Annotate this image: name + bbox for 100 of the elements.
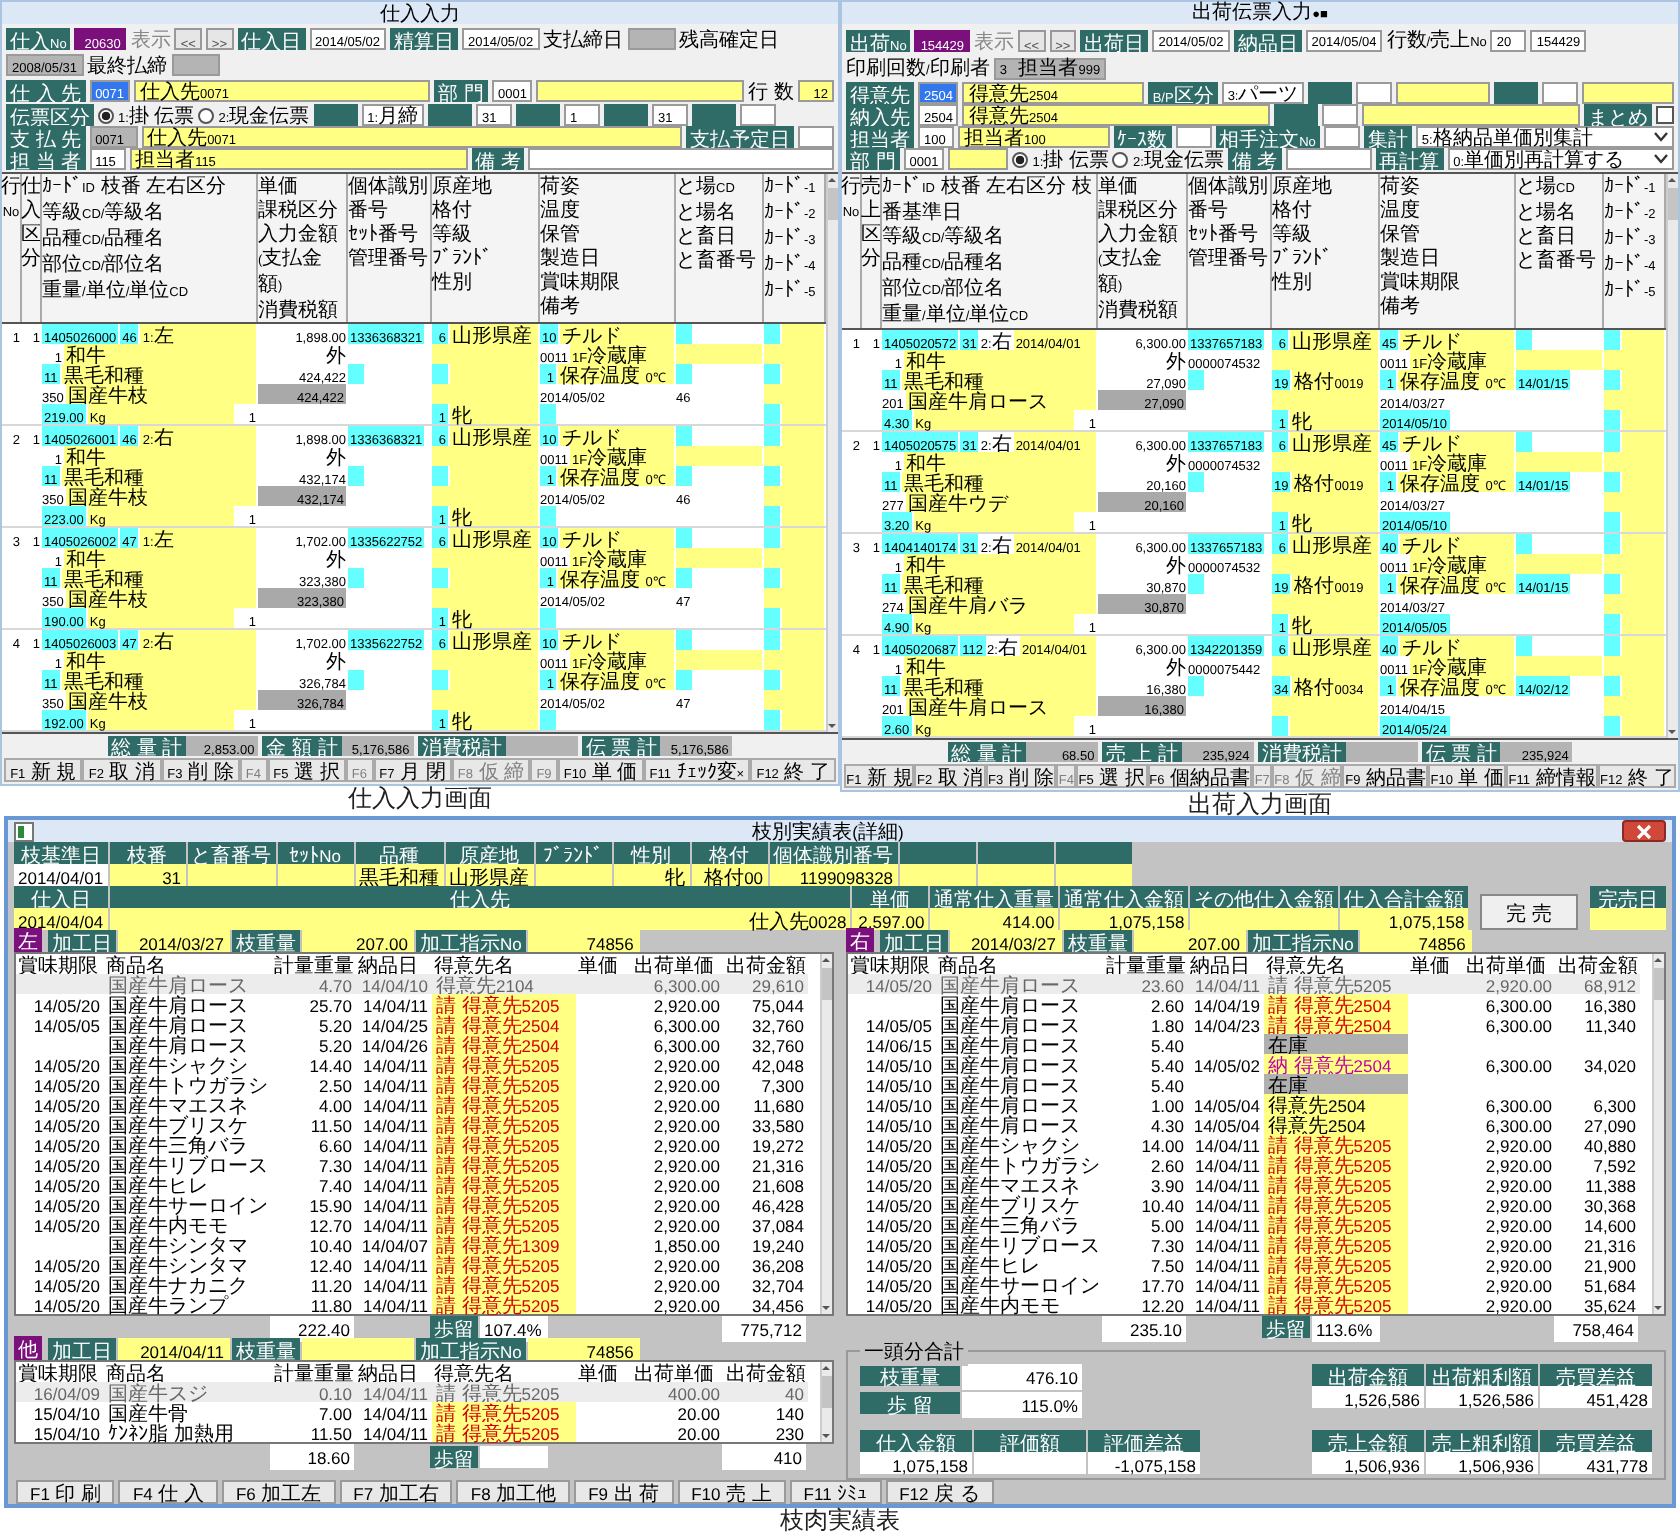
input-field[interactable]	[1516, 452, 1602, 472]
input-field[interactable]	[1516, 432, 1532, 452]
name-field[interactable]: 国産牛枝	[65, 384, 256, 404]
input-field[interactable]	[1188, 472, 1204, 492]
input-field[interactable]	[1516, 636, 1532, 656]
input-field[interactable]	[782, 710, 824, 730]
input-field[interactable]	[782, 324, 824, 344]
checkbox[interactable]	[1656, 106, 1674, 124]
name-field[interactable]: 山形県産	[450, 426, 538, 446]
name-field[interactable]: チルド	[560, 324, 674, 344]
input-field[interactable]	[1516, 330, 1532, 350]
name-field[interactable]: 黒毛和種	[61, 568, 256, 588]
input-field[interactable]	[1622, 716, 1664, 736]
name-field[interactable]: 牝	[1290, 512, 1378, 532]
input-field[interactable]	[1622, 330, 1664, 350]
function-key[interactable]: F8 加工他	[456, 1480, 571, 1504]
name-field[interactable]: 牝	[1290, 614, 1378, 634]
input-field[interactable]	[1622, 534, 1664, 554]
function-key[interactable]: F1 印 刷	[16, 1480, 115, 1504]
name-field[interactable]: 牝	[450, 608, 538, 628]
input-field[interactable]	[1516, 554, 1602, 574]
input-field[interactable]	[540, 608, 556, 628]
name-field[interactable]: 山形県産	[1290, 330, 1378, 350]
input-field[interactable]	[1622, 636, 1664, 656]
name-field[interactable]: 黒毛和種	[61, 466, 256, 486]
close-button[interactable]	[1622, 820, 1666, 842]
name-field[interactable]: 国産牛枝	[65, 690, 256, 710]
scrollbar[interactable]	[826, 174, 838, 732]
input-field[interactable]	[1516, 534, 1532, 554]
scrollbar[interactable]	[1666, 174, 1678, 738]
name-field[interactable]: 和牛	[904, 452, 1096, 472]
name-field[interactable]: チルド	[1400, 330, 1514, 350]
input-field[interactable]	[1541, 82, 1578, 104]
name-field[interactable]: 黒毛和種	[901, 370, 1096, 390]
function-key[interactable]: F9 出 荷	[574, 1480, 674, 1504]
input-field[interactable]	[782, 608, 824, 628]
input-field[interactable]	[1516, 350, 1602, 370]
input-field[interactable]	[676, 548, 762, 568]
input-field[interactable]	[1321, 104, 1358, 126]
input-field[interactable]	[1290, 716, 1378, 736]
name-field[interactable]: 国産牛ウデ	[905, 492, 1096, 512]
input-field[interactable]	[782, 404, 824, 424]
scrollbar[interactable]	[1652, 954, 1664, 1314]
name-field[interactable]: チルド	[1400, 432, 1514, 452]
name-field[interactable]: チルド	[1400, 636, 1514, 656]
input-field[interactable]	[1622, 432, 1664, 452]
input-field[interactable]	[1188, 676, 1204, 696]
input-field[interactable]	[1356, 82, 1393, 104]
input-field[interactable]	[782, 528, 824, 548]
input-field[interactable]	[1175, 126, 1212, 148]
name-field[interactable]: 黒毛和種	[61, 364, 256, 384]
input-field[interactable]	[432, 670, 448, 690]
input-field[interactable]	[432, 364, 448, 384]
input-field[interactable]	[528, 148, 834, 170]
name-field[interactable]: 和牛	[904, 350, 1096, 370]
input-field[interactable]	[798, 126, 834, 148]
name-field[interactable]	[1581, 82, 1675, 104]
name-field[interactable]: 和牛	[904, 656, 1096, 676]
name-field[interactable]: 和牛	[64, 344, 256, 364]
name-field[interactable]: 和牛	[904, 554, 1096, 574]
input-field[interactable]	[1323, 126, 1360, 148]
name-field[interactable]: 黒毛和種	[901, 574, 1096, 594]
name-field[interactable]: 牝	[450, 404, 538, 424]
input-field[interactable]	[1285, 148, 1372, 170]
name-field[interactable]: チルド	[560, 528, 674, 548]
input-field[interactable]	[676, 446, 762, 466]
name-field[interactable]: 黒毛和種	[61, 670, 256, 690]
name-field[interactable]: 和牛	[64, 446, 256, 466]
input-field[interactable]	[540, 404, 556, 424]
scrollbar[interactable]	[820, 954, 832, 1314]
scrollbar[interactable]	[820, 1362, 832, 1442]
name-field[interactable]: 山形県産	[450, 528, 538, 548]
input-field[interactable]	[1516, 656, 1602, 676]
input-field[interactable]	[676, 650, 762, 670]
input-field[interactable]	[1188, 574, 1204, 594]
input-field[interactable]	[432, 466, 448, 486]
name-field[interactable]: 牝	[450, 506, 538, 526]
function-key[interactable]: F4 仕 入	[118, 1480, 218, 1504]
complete-button[interactable]: 完 売	[1480, 894, 1578, 930]
name-field[interactable]: 和牛	[64, 548, 256, 568]
input-field[interactable]	[1272, 716, 1288, 736]
name-field[interactable]: チルド	[1400, 534, 1514, 554]
name-field[interactable]	[948, 148, 1009, 170]
name-field[interactable]	[1396, 82, 1490, 104]
name-field[interactable]: 黒毛和種	[901, 472, 1096, 492]
name-field[interactable]: 黒毛和種	[901, 676, 1096, 696]
input-field[interactable]	[740, 104, 777, 126]
input-field[interactable]	[348, 670, 364, 690]
name-field[interactable]: チルド	[560, 426, 674, 446]
input-field[interactable]	[1622, 512, 1664, 532]
name-field[interactable]: 牝	[450, 710, 538, 730]
input-field[interactable]	[348, 364, 364, 384]
input-field[interactable]	[1622, 410, 1664, 430]
input-field[interactable]	[540, 710, 556, 730]
function-key[interactable]: F10 売 上	[677, 1480, 786, 1504]
name-field[interactable]: 山形県産	[1290, 636, 1378, 656]
input-field[interactable]	[782, 630, 824, 650]
name-field[interactable]: 山形県産	[450, 630, 538, 650]
function-key[interactable]: F7 加工右	[339, 1480, 453, 1504]
name-field[interactable]: 国産牛枝	[65, 486, 256, 506]
